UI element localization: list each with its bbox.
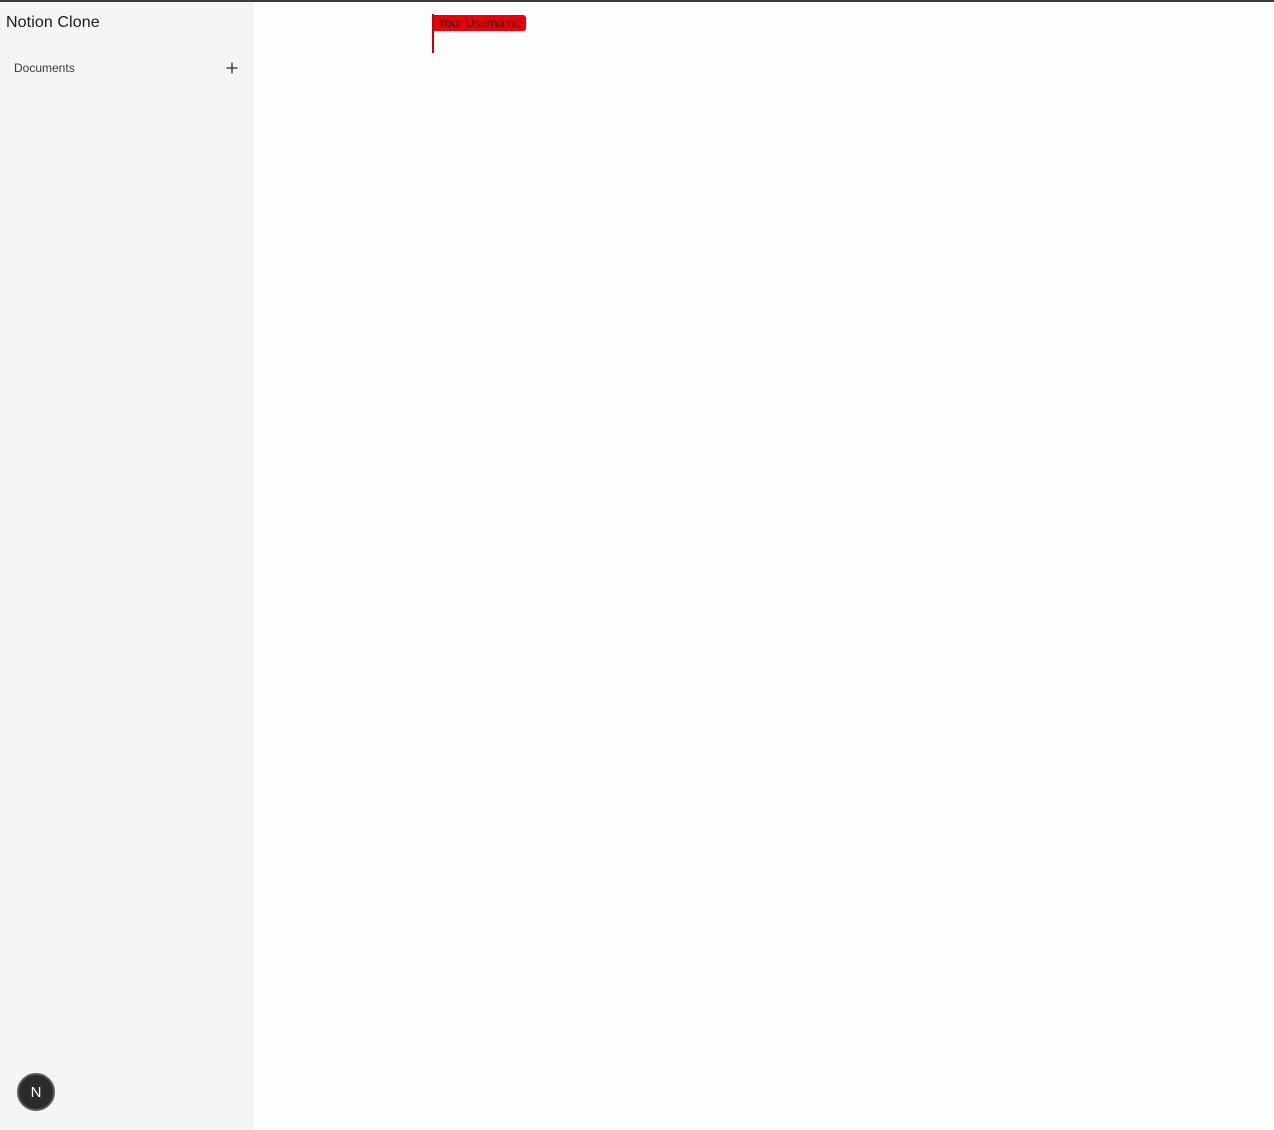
- user-avatar[interactable]: N: [17, 1073, 55, 1111]
- documents-section-header: Documents: [14, 59, 240, 77]
- collaborator-cursor: Your Username: [432, 14, 526, 53]
- add-document-button[interactable]: [224, 60, 240, 76]
- collaborator-cursor-label: Your Username: [432, 15, 526, 31]
- app-title: Notion Clone: [6, 14, 100, 31]
- editor-area[interactable]: Your Username: [253, 2, 1274, 1130]
- avatar-initial: N: [30, 1083, 42, 1101]
- collaborator-cursor-caret: [432, 14, 434, 53]
- plus-icon: [226, 62, 238, 74]
- documents-section-label: Documents: [14, 61, 75, 75]
- app-window: Notion Clone Documents N Your Username: [0, 0, 1274, 1130]
- sidebar: Notion Clone Documents N: [0, 2, 253, 1130]
